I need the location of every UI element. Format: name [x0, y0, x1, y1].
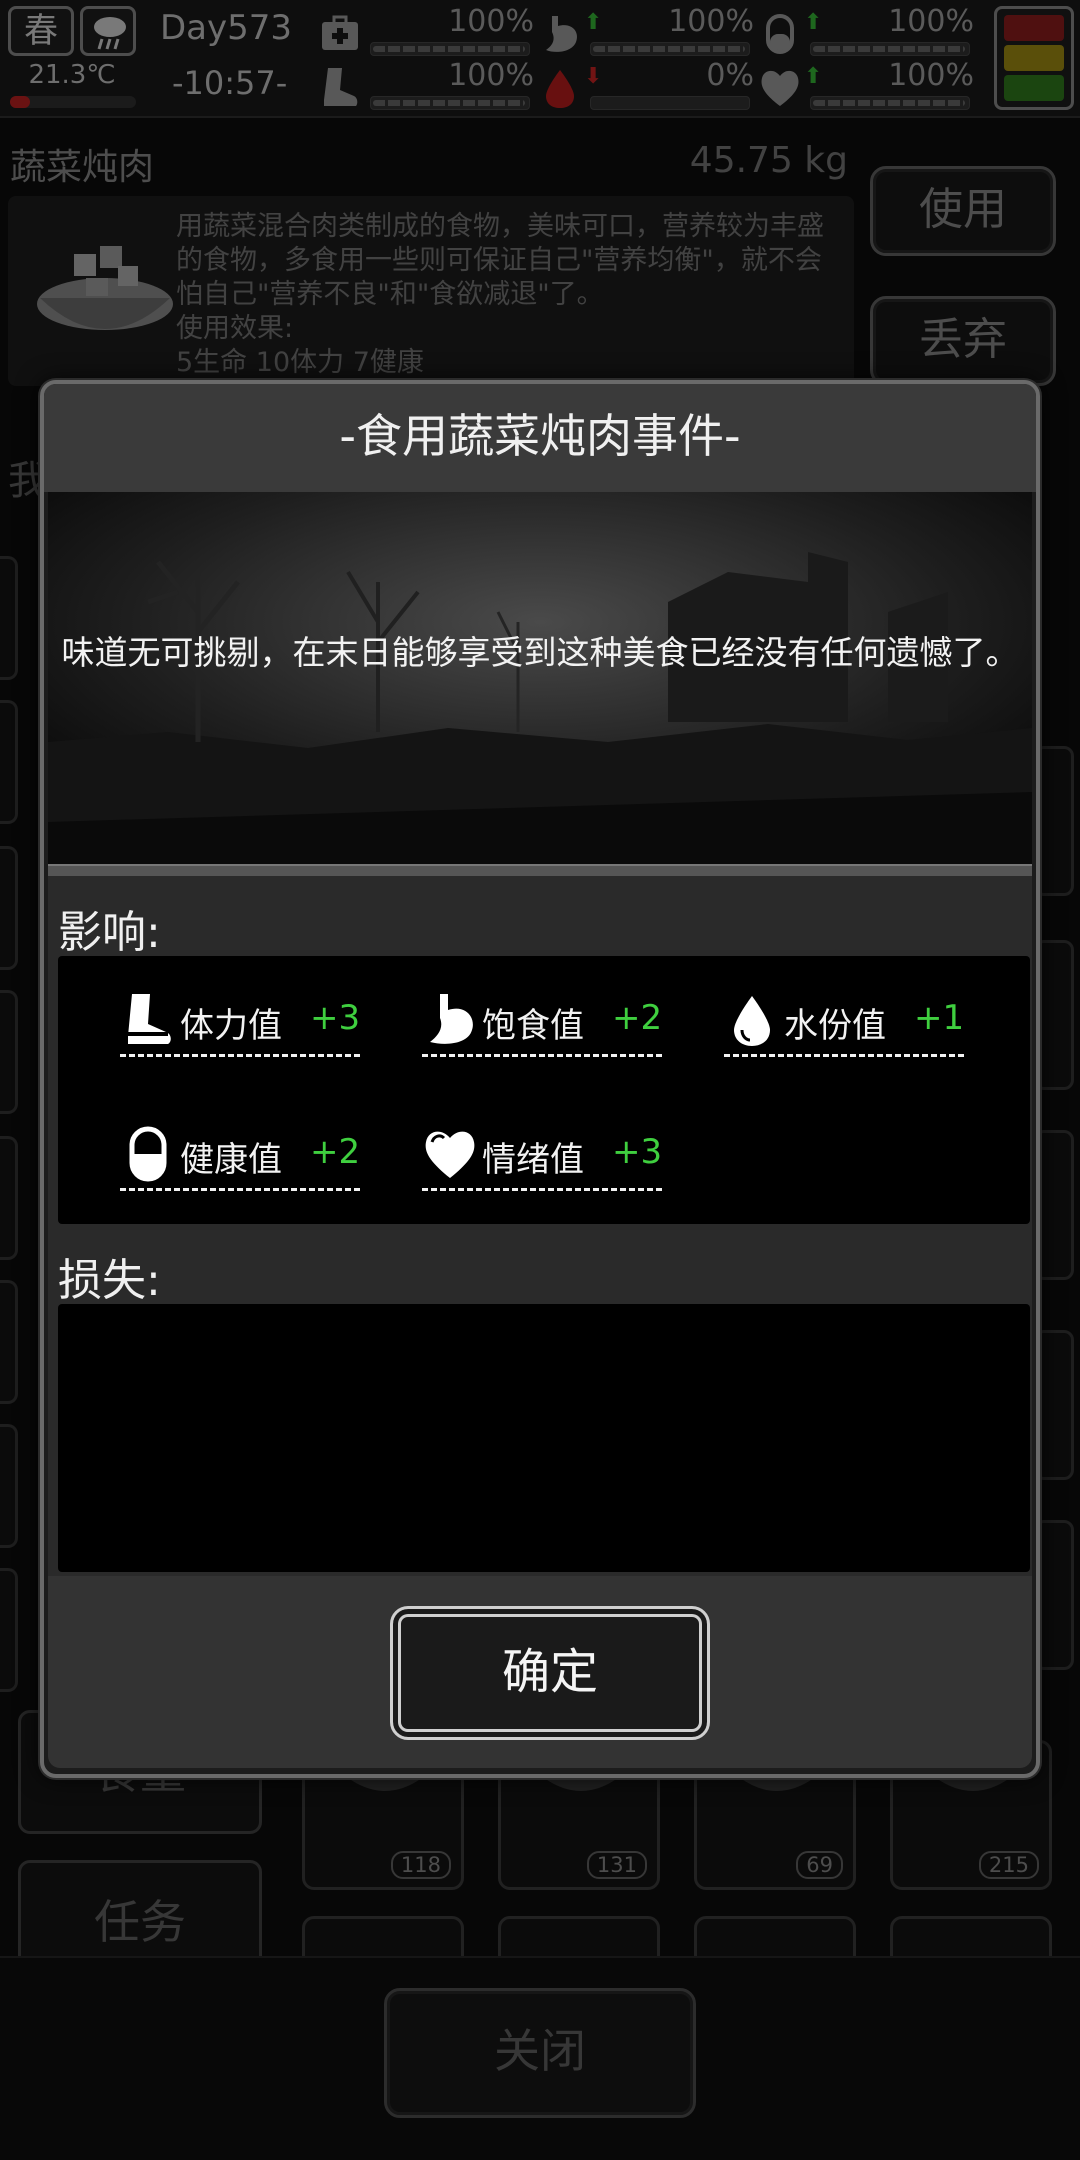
effect-value: +1 — [914, 998, 965, 1038]
effect-value: +3 — [310, 998, 361, 1038]
event-message: 味道无可挑剔，在末日能够享受到这种美食已经没有任何遗憾了。 — [61, 633, 1019, 672]
loss-label: 损失: — [58, 1255, 161, 1306]
confirm-button[interactable]: 确定 — [390, 1606, 710, 1740]
dialog-footer: 确定 — [48, 1576, 1032, 1768]
effects-label: 影响: — [58, 907, 161, 958]
heart-icon — [425, 1131, 475, 1178]
event-dialog: -食用蔬菜炖肉事件- 味道无可挑剔，在末日能够享受到这种美食已经没有任何遗憾了。… — [40, 380, 1040, 1778]
stomach-icon — [430, 994, 473, 1044]
effect-value: +3 — [612, 1132, 663, 1172]
effect-mood: 情绪值 +3 — [422, 1124, 662, 1194]
effect-name: 饱食值 — [482, 1006, 584, 1046]
effect-name: 体力值 — [180, 1006, 282, 1046]
boot-icon — [128, 994, 171, 1044]
loss-panel — [58, 1304, 1030, 1572]
effect-value: +2 — [612, 998, 663, 1038]
effect-name: 健康值 — [180, 1140, 282, 1180]
dialog-title: -食用蔬菜炖肉事件- — [339, 409, 741, 463]
dialog-body: 影响: 体力值 +3 饱食值 +2 水份值 +1 健康值 +2 情绪值 +3 损… — [48, 876, 1032, 1576]
divider — [48, 864, 1032, 876]
effect-health: 健康值 +2 — [120, 1124, 360, 1194]
effect-name: 水份值 — [784, 1006, 886, 1046]
ruined-city-illustration — [48, 492, 1032, 864]
dialog-header: -食用蔬菜炖肉事件- — [44, 384, 1036, 492]
effect-name: 情绪值 — [482, 1140, 584, 1180]
pill-icon — [129, 1126, 167, 1182]
event-illustration: 味道无可挑剔，在末日能够享受到这种美食已经没有任何遗憾了。 — [48, 492, 1032, 864]
effects-panel: 体力值 +3 饱食值 +2 水份值 +1 健康值 +2 情绪值 +3 — [58, 956, 1030, 1224]
effect-stamina: 体力值 +3 — [120, 990, 360, 1060]
effect-satiety: 饱食值 +2 — [422, 990, 662, 1060]
effect-water: 水份值 +1 — [724, 990, 964, 1060]
water-drop-icon — [734, 996, 770, 1046]
effect-value: +2 — [310, 1132, 361, 1172]
